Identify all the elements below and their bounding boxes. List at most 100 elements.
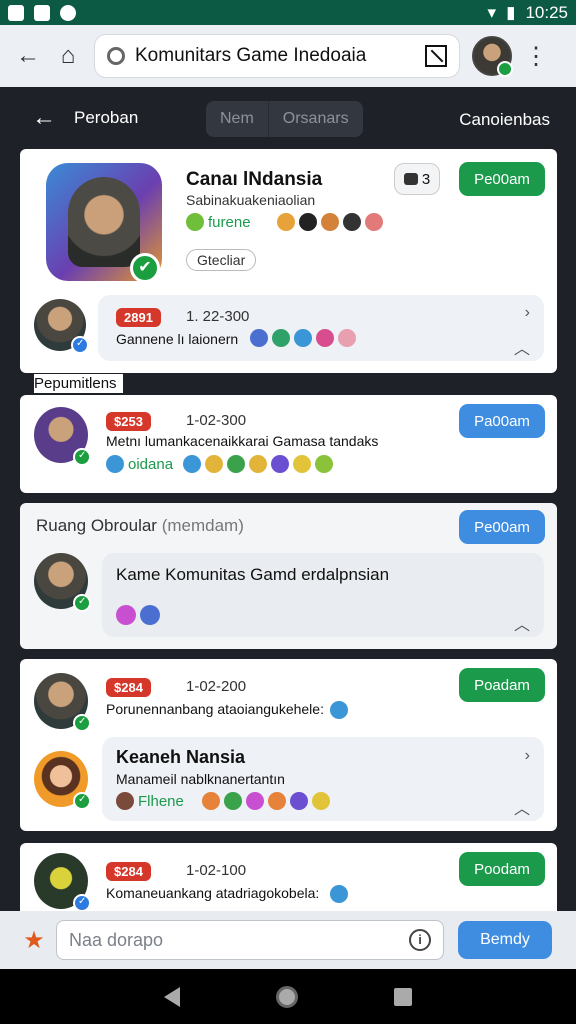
chat-emoji-row [116, 605, 160, 625]
community-avatar[interactable]: ✔ [46, 163, 162, 283]
member-name: Keaneh Nansia [116, 747, 246, 767]
leaf-emoji-icon [186, 213, 204, 231]
post-action-button[interactable]: Poadam [459, 668, 545, 702]
member-description: Manameil nablknanertantın [116, 771, 285, 787]
cat-emoji-icon [338, 329, 356, 347]
monster-emoji-icon [245, 792, 264, 810]
chevron-right-icon[interactable]: › [525, 747, 530, 765]
community-name: Canaı lNdansia [186, 169, 323, 190]
heart-emoji-icon [316, 329, 334, 347]
mail-icon [34, 4, 50, 21]
star-emoji-icon [293, 455, 312, 473]
chevron-down-icon[interactable]: ︿ [514, 795, 530, 819]
monkey-emoji-icon [320, 213, 339, 231]
post-text: Komaneuankang atadriagokobela: [106, 885, 320, 901]
post-emoji-row [250, 329, 356, 347]
back-arrow-icon[interactable]: ← [32, 104, 56, 132]
home-icon[interactable]: ⌂ [48, 36, 88, 76]
alien-emoji-icon [289, 792, 308, 810]
post-card-avatar[interactable] [34, 407, 91, 466]
member-emoji-row: Flhene [116, 792, 330, 810]
tag-chip[interactable]: Gtecliar [186, 249, 257, 271]
ball-emoji-icon [294, 329, 312, 347]
nav-recents-icon[interactable] [394, 987, 412, 1006]
message-count: 3 [421, 170, 431, 188]
swirl-emoji-icon [272, 329, 290, 347]
frog-emoji-icon [227, 455, 246, 473]
post-action-button[interactable]: Pa00am [459, 404, 545, 438]
message-count-button[interactable]: 3 [394, 163, 440, 195]
nav-back-icon[interactable] [164, 986, 180, 1007]
chat-room-card: Ruang Obroular (memdam) Pe00am Kame Komu… [20, 503, 557, 649]
chat-room-title: Ruang Obroular (memdam) [36, 516, 244, 536]
community-subtitle: Sabinakuakeniaolian [186, 192, 316, 208]
verified-badge-icon [73, 894, 91, 912]
info-icon[interactable]: i [409, 929, 431, 951]
post-tag: $253 [106, 412, 151, 431]
grape-emoji-icon [250, 329, 268, 347]
post-card-avatar[interactable] [34, 853, 91, 912]
frog-emoji-icon [223, 792, 242, 810]
star-emoji-icon [140, 605, 160, 625]
post-card: $284 1-02-100 Komaneuankang atadriagokob… [20, 843, 557, 913]
chat-bubble-text: Kame Komunitas Gamd erdalpnsian [116, 565, 390, 584]
send-button[interactable]: Bemdy [458, 921, 552, 959]
member-card[interactable]: Keaneh Nansia Manameil nablknanertantın … [102, 737, 544, 821]
segment-control: Nem Orsanars [206, 101, 363, 137]
back-label[interactable]: Peroban [74, 108, 138, 128]
verified-badge-icon [73, 594, 91, 612]
post-action-button[interactable]: Poodam [459, 852, 545, 886]
chat-room-action-button[interactable]: Pe00am [459, 510, 545, 544]
post-card: $253 1-02-300 Metnı lumankacenaikkarai G… [20, 395, 557, 493]
community-profile-card: ✔ Canaı lNdansia Sabinakuakeniaolian fur… [20, 149, 557, 373]
panda-emoji-icon [342, 213, 361, 231]
profile-action-button[interactable]: Pe00am [459, 162, 545, 196]
status-bar: ▾ ▮ 10:25 [0, 0, 576, 25]
post-text: Gannene lı laionern [116, 331, 239, 347]
segment-tab-1[interactable]: Nem [206, 101, 268, 137]
profile-avatar[interactable] [472, 36, 513, 77]
cat-emoji-icon [205, 455, 224, 473]
header-right-link[interactable]: Canoienbas [459, 110, 550, 130]
post-avatar[interactable] [34, 299, 89, 354]
verified-badge-icon [73, 448, 91, 466]
post-tag: $284 [106, 862, 151, 881]
globe-emoji-icon [330, 885, 348, 903]
soldier-portrait-icon [68, 177, 140, 267]
address-bar[interactable]: Komunitars Game Inedoaia [94, 34, 460, 78]
bouquet-emoji-icon [116, 605, 136, 625]
extension-icon[interactable] [425, 45, 447, 67]
face-emoji-icon [249, 455, 268, 473]
emoji-row: furene [186, 213, 383, 231]
system-nav-bar [0, 969, 576, 1024]
post-preview[interactable]: 2891 1. 22-300 Gannene lı laionern › ︿ [98, 295, 544, 361]
chat-avatar[interactable] [34, 553, 91, 612]
chevron-down-icon[interactable]: ︿ [514, 335, 530, 359]
app-header: ← Peroban Nem Orsanars Canoienbas [0, 87, 576, 149]
bear-emoji-icon [298, 213, 317, 231]
site-info-icon[interactable] [107, 47, 125, 65]
nav-home-icon[interactable] [276, 985, 298, 1008]
verified-badge-icon [73, 714, 91, 732]
message-input[interactable]: Naa dorapo i [56, 920, 444, 960]
segment-tab-2[interactable]: Orsanars [267, 101, 363, 137]
post-tag: 2891 [116, 308, 161, 327]
battery-icon: ▮ [506, 2, 516, 22]
post-tag: $284 [106, 678, 151, 697]
chevron-right-icon[interactable]: › [525, 304, 530, 322]
message-placeholder: Naa dorapo [69, 929, 164, 950]
post-date: 1. 22-300 [186, 308, 250, 325]
drop-emoji-icon [183, 455, 202, 473]
chat-bubble[interactable]: Kame Komunitas Gamd erdalpnsian ︿ [102, 553, 544, 637]
member-avatar[interactable] [34, 751, 91, 810]
post-card-avatar[interactable] [34, 673, 91, 732]
chat-bubble-icon [403, 173, 418, 185]
browser-back-icon[interactable]: ← [8, 36, 48, 76]
face-emoji-icon [276, 213, 295, 231]
chevron-down-icon[interactable]: ︿ [514, 611, 530, 635]
party-emoji-icon [364, 213, 383, 231]
more-menu-icon[interactable]: ⋮ [524, 42, 548, 71]
info-icon [60, 4, 76, 21]
person-emoji-icon [116, 792, 134, 810]
star-icon[interactable]: ★ [12, 926, 56, 955]
